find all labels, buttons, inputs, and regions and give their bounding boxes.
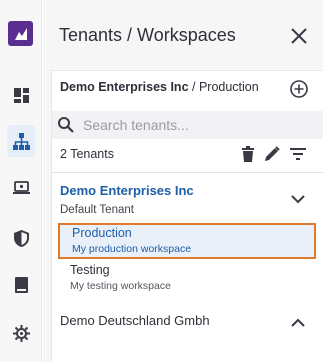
workspace-name: Production [72, 226, 132, 240]
search-icon [58, 117, 74, 133]
breadcrumb-workspace[interactable]: Production [199, 80, 259, 94]
add-circle-icon [290, 80, 308, 98]
workspace-description: My production workspace [72, 243, 192, 255]
tenant-name[interactable]: Demo Deutschland Gmbh [60, 313, 210, 328]
rail-security[interactable] [0, 218, 42, 258]
expand-tenant-button[interactable] [288, 312, 308, 332]
app-logo[interactable] [8, 21, 33, 46]
filter-button[interactable] [288, 144, 308, 164]
chevron-up-icon [291, 318, 305, 327]
tenant-count: 2 Tenants [60, 147, 114, 161]
rail-docs[interactable] [0, 265, 42, 305]
divider [52, 172, 323, 173]
workspace-item-production[interactable]: Production My production workspace [58, 223, 316, 259]
edit-button[interactable] [262, 144, 282, 164]
close-icon [291, 28, 307, 44]
left-nav-rail [0, 0, 42, 362]
rail-dashboard[interactable] [0, 75, 42, 115]
rail-settings[interactable] [0, 313, 42, 353]
gear-wrench-icon [12, 324, 30, 342]
shield-icon [13, 229, 29, 247]
breadcrumb: Demo Enterprises Inc / Production [60, 80, 259, 94]
rail-devices[interactable] [0, 168, 42, 208]
tenants-panel: Tenants / Workspaces Demo Enterprises In… [43, 0, 323, 362]
search-bar [52, 111, 323, 139]
close-button[interactable] [289, 26, 309, 46]
book-icon [14, 277, 28, 293]
trash-icon [242, 146, 254, 162]
delete-button[interactable] [238, 144, 258, 164]
search-input[interactable] [83, 115, 283, 135]
collapse-tenant-button[interactable] [288, 189, 308, 209]
breadcrumb-separator: / [188, 80, 199, 94]
workspace-name: Testing [70, 263, 110, 277]
hierarchy-icon [12, 132, 30, 150]
laptop-icon [12, 180, 30, 194]
tenant-name[interactable]: Demo Enterprises Inc [60, 183, 194, 198]
tenant-subtitle: Default Tenant [60, 204, 134, 216]
workspace-item-testing[interactable]: Testing My testing workspace [58, 263, 316, 299]
dashboard-icon [13, 87, 29, 103]
panel-title: Tenants / Workspaces [59, 25, 236, 45]
breadcrumb-tenant[interactable]: Demo Enterprises Inc [60, 80, 189, 94]
workspace-description: My testing workspace [70, 280, 171, 292]
chevron-down-icon [291, 194, 305, 203]
tenants-card: Demo Enterprises Inc / Production 2 Tena… [51, 70, 323, 362]
rail-tenants[interactable] [0, 121, 42, 161]
filter-icon [290, 148, 306, 160]
add-tenant-button[interactable] [289, 79, 309, 99]
pencil-icon [265, 146, 280, 161]
logo-icon [14, 27, 27, 40]
